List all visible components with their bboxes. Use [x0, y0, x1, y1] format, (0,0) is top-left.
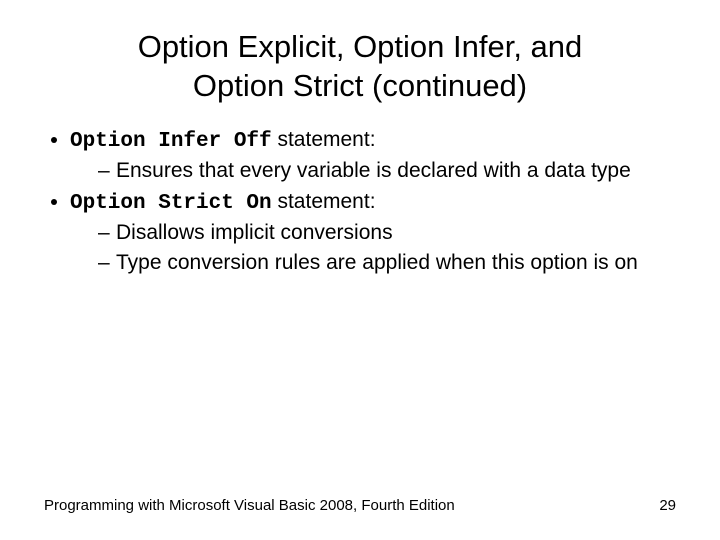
- bullet-2-rest: statement:: [272, 190, 376, 213]
- bullet-1-code: Option Infer Off: [70, 130, 272, 153]
- slide-title: Option Explicit, Option Infer, and Optio…: [0, 0, 720, 120]
- footer-source: Programming with Microsoft Visual Basic …: [44, 497, 455, 514]
- bullet-list: Option Infer Off statement: Ensures that…: [44, 126, 676, 276]
- bullet-1-rest: statement:: [272, 128, 376, 151]
- bullet-2-code: Option Strict On: [70, 192, 272, 215]
- title-line-1: Option Explicit, Option Infer, and: [138, 29, 583, 64]
- bullet-1-sublist: Ensures that every variable is declared …: [70, 157, 676, 184]
- bullet-1: Option Infer Off statement: Ensures that…: [70, 126, 676, 185]
- bullet-2-sub-1: Disallows implicit conversions: [98, 219, 676, 246]
- slide-footer: Programming with Microsoft Visual Basic …: [44, 497, 676, 514]
- bullet-1-sub-1: Ensures that every variable is declared …: [98, 157, 676, 184]
- title-line-2: Option Strict (continued): [193, 68, 527, 103]
- bullet-2: Option Strict On statement: Disallows im…: [70, 188, 676, 276]
- slide-body: Option Infer Off statement: Ensures that…: [0, 120, 720, 276]
- bullet-2-sublist: Disallows implicit conversions Type conv…: [70, 219, 676, 276]
- bullet-2-sub-2: Type conversion rules are applied when t…: [98, 249, 676, 276]
- slide: Option Explicit, Option Infer, and Optio…: [0, 0, 720, 540]
- footer-page-number: 29: [659, 497, 676, 514]
